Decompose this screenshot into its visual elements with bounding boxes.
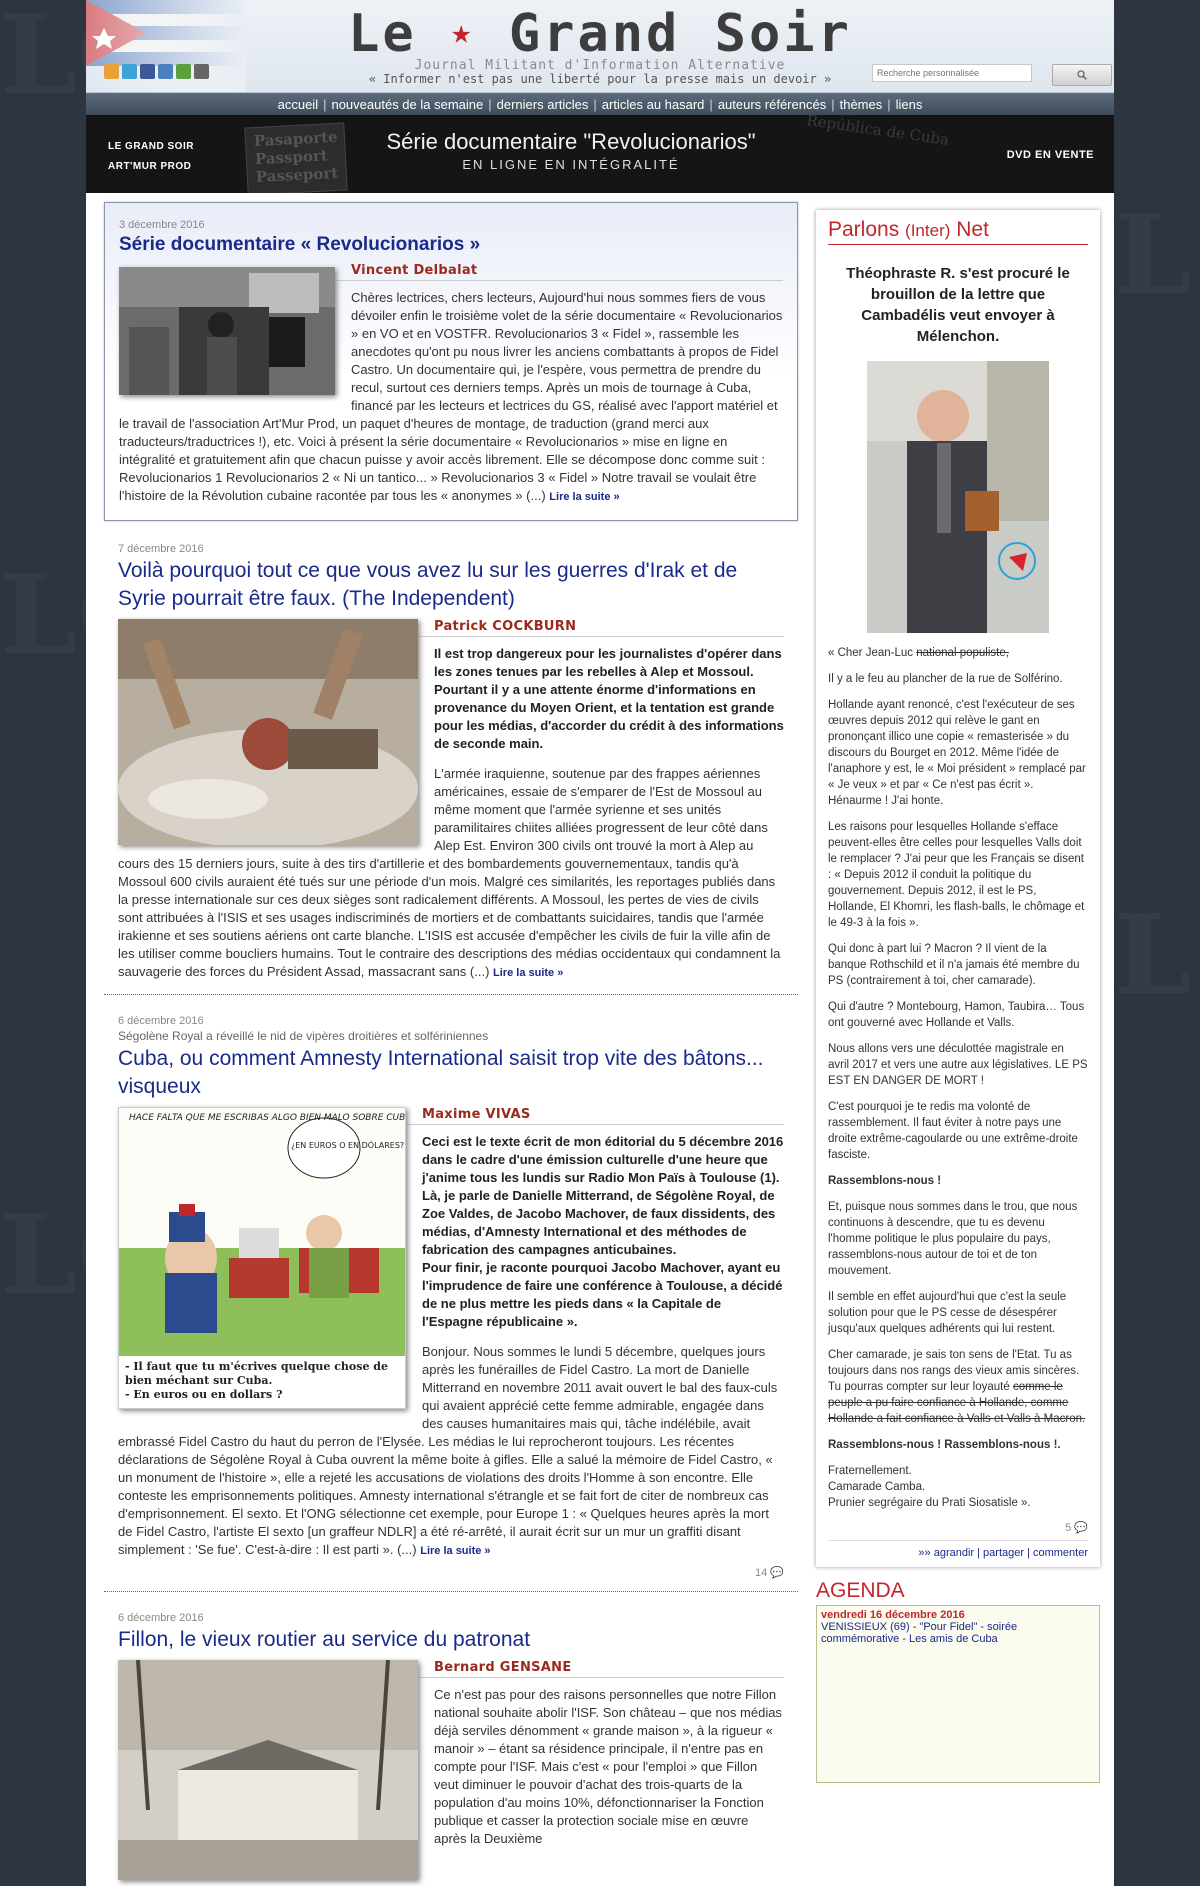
lead-paragraph: Là, je parle de Danielle Mitterrand, de … [422,1188,776,1257]
background-watermark: L [1114,890,1192,1019]
letter-paragraph: Il semble en effet aujourd'hui que c'est… [828,1291,1067,1335]
lead-paragraph: Pour finir, je raconte pourquoi Jacobo M… [422,1260,783,1329]
agenda-event-link[interactable]: VENISSIEUX (69) - "Pour Fidel" - soirée … [821,1621,1095,1645]
nav-item-derniers-articles[interactable]: derniers articles [492,97,594,112]
article-title[interactable]: Voilà pourquoi tout ce que vous avez lu … [118,557,784,613]
letter-strike-text: national populiste, [916,647,1009,659]
read-more-link[interactable]: Lire la suite » [549,491,619,503]
lead-paragraph: Ceci est le texte écrit de mon éditorial… [422,1134,784,1185]
cartoon-speech-bubble: ¿EN EUROS O EN DÓLARES? [291,1139,404,1150]
article-date: 7 décembre 2016 [118,543,204,555]
article-item: 7 décembre 2016 Voilà pourquoi tout ce q… [104,521,798,994]
cartoon-caption: - Il faut que tu m'écrives quelque chose… [119,1356,405,1406]
banner-title: Série documentaire "Revolucionarios" [386,129,756,154]
article-date: 3 décembre 2016 [119,219,205,231]
article-cartoon[interactable]: HACE FALTA QUE ME ESCRIBAS ALGO BIEN MAL… [118,1107,406,1409]
banner-label-grand-soir: LE GRAND SOIR [108,141,194,152]
main-nav: accueil | nouveautés de la semaine | derni… [86,93,1114,115]
comments-number: 14 [754,1567,768,1579]
article-title[interactable]: Cuba, ou comment Amnesty International s… [118,1045,784,1101]
cartoon-caption-line2: - En euros ou en dollars ? [125,1388,283,1401]
letter-paragraph: Il y a le feu au plancher de la rue de S… [828,673,1063,685]
signature-line: Prunier segrégaire du Prati Siosatisle »… [828,1497,1031,1509]
nav-item-accueil[interactable]: accueil [273,97,323,112]
agenda-box: vendredi 16 décembre 2016 VENISSIEUX (69… [816,1605,1100,1783]
comments-number: 5 [1065,1522,1072,1534]
banner-dvd-label: DVD EN VENTE [1006,149,1094,161]
featured-article: 3 décembre 2016 Série documentaire « Rev… [104,202,798,521]
passport-image: Pasaporte Passport Passeport [244,122,348,193]
parlons-title-word2: (Inter) [905,221,951,240]
search-button[interactable] [1052,64,1112,86]
article-image[interactable] [119,267,335,395]
page: Le ★ Grand Soir Journal Militant d'Infor… [86,0,1114,1886]
parlons-title-word1: Parlons [828,218,900,241]
letter-paragraph: Hollande ayant renoncé, c'est l'exécuteu… [828,699,1086,807]
banner-label-artmur: ART'MUR PROD [108,161,192,172]
letter-paragraph: Rassemblons-nous ! [828,1175,942,1187]
search-icon [1077,70,1087,80]
logo-le: Le [348,4,417,64]
letter-paragraph: Nous allons vers une déculottée magistra… [828,1043,1088,1087]
background-watermark: L [1114,190,1192,319]
star-icon: ★ [451,12,475,52]
article-image[interactable] [118,1659,418,1880]
article-item: 6 décembre 2016 Fillon, le vieux routier… [104,1592,798,1880]
signature-line: Camarade Camba. [828,1481,926,1493]
letter-paragraph: Les raisons pour lesquelles Hollande s'e… [828,821,1085,929]
search-input[interactable] [872,64,1032,82]
letter-text: « Cher Jean-Luc [828,647,917,659]
nav-item-nouveautes[interactable]: nouveautés de la semaine [326,97,488,112]
article-title[interactable]: Série documentaire « Revolucionarios » [119,233,783,257]
comments-count[interactable]: 14 💬 [118,1566,784,1579]
article-date: 6 décembre 2016 [118,1015,204,1027]
cartoon-caption-line1: - Il faut que tu m'écrives quelque chose… [125,1360,388,1387]
article-excerpt: Ce n'est pas pour des raisons personnell… [434,1687,782,1846]
read-more-link[interactable]: Lire la suite » [420,1545,490,1557]
nav-item-liens[interactable]: liens [891,97,928,112]
parlons-actions[interactable]: »» agrandir | partager | commenter [828,1540,1088,1559]
comment-bubble-icon: 💬 [770,1567,784,1579]
article-date: 6 décembre 2016 [118,1612,204,1624]
logo-grand-soir: Grand Soir [508,4,852,64]
letter-paragraph: Rassemblons-nous ! Rassemblons-nous !. [828,1439,1061,1451]
cuba-stamp: República de Cuba [805,115,951,149]
comment-bubble-icon: 💬 [1074,1522,1088,1534]
cartoon-caption-top: HACE FALTA QUE ME ESCRIBAS ALGO BIEN MAL… [129,1113,405,1123]
article-kicker: Ségolène Royal a réveillé le nid de vipè… [118,1029,489,1043]
parlons-headline[interactable]: Théophraste R. s'est procuré le brouillo… [836,263,1080,347]
article-item: 6 décembre 2016 Ségolène Royal a réveill… [104,995,798,1591]
nav-item-themes[interactable]: thèmes [835,97,888,112]
letter-paragraph: C'est pourquoi je te redis ma volonté de… [828,1101,1078,1161]
letter-paragraph: Qui d'autre ? Montebourg, Hamon, Taubira… [828,1001,1085,1029]
nav-item-auteurs[interactable]: auteurs référencés [713,97,831,112]
signature-line: Fraternellement. [828,1465,912,1477]
read-more-link[interactable]: Lire la suite » [493,967,563,979]
agenda-title: AGENDA [816,1579,905,1602]
parlons-title-word3: Net [956,218,989,241]
parlons-inter-net-box: Parlons (Inter) Net Théophraste R. s'est… [816,210,1100,1567]
comments-count[interactable]: 5 💬 [828,1521,1088,1534]
letter-signature: Fraternellement. Camarade Camba. Prunier… [828,1463,1088,1511]
parlons-title: Parlons (Inter) Net [828,218,1088,245]
letter-paragraph: « Cher Jean-Luc national populiste, [828,645,1088,661]
site-header: Le ★ Grand Soir Journal Militant d'Infor… [86,0,1114,93]
site-logo[interactable]: Le ★ Grand Soir [86,4,1114,62]
sidebar: Parlons (Inter) Net Théophraste R. s'est… [816,210,1100,1783]
agenda-date: vendredi 16 décembre 2016 [821,1609,965,1621]
article-list: 3 décembre 2016 Série documentaire « Rev… [104,202,798,1886]
article-image[interactable] [118,619,418,849]
letter-paragraph: Qui donc à part lui ? Macron ? Il vient … [828,943,1080,987]
article-title[interactable]: Fillon, le vieux routier au service du p… [118,1626,784,1654]
letter-paragraph: Cher camarade, je sais ton sens de l'Eta… [828,1347,1088,1427]
parlons-photo [867,361,1049,633]
promo-banner[interactable]: LE GRAND SOIR ART'MUR PROD Pasaporte Pas… [86,115,1114,193]
nav-item-articles-hasard[interactable]: articles au hasard [597,97,710,112]
letter-paragraph: Et, puisque nous sommes dans le trou, qu… [828,1201,1078,1277]
banner-subtitle: EN LIGNE EN INTÉGRALITÉ [462,157,680,172]
